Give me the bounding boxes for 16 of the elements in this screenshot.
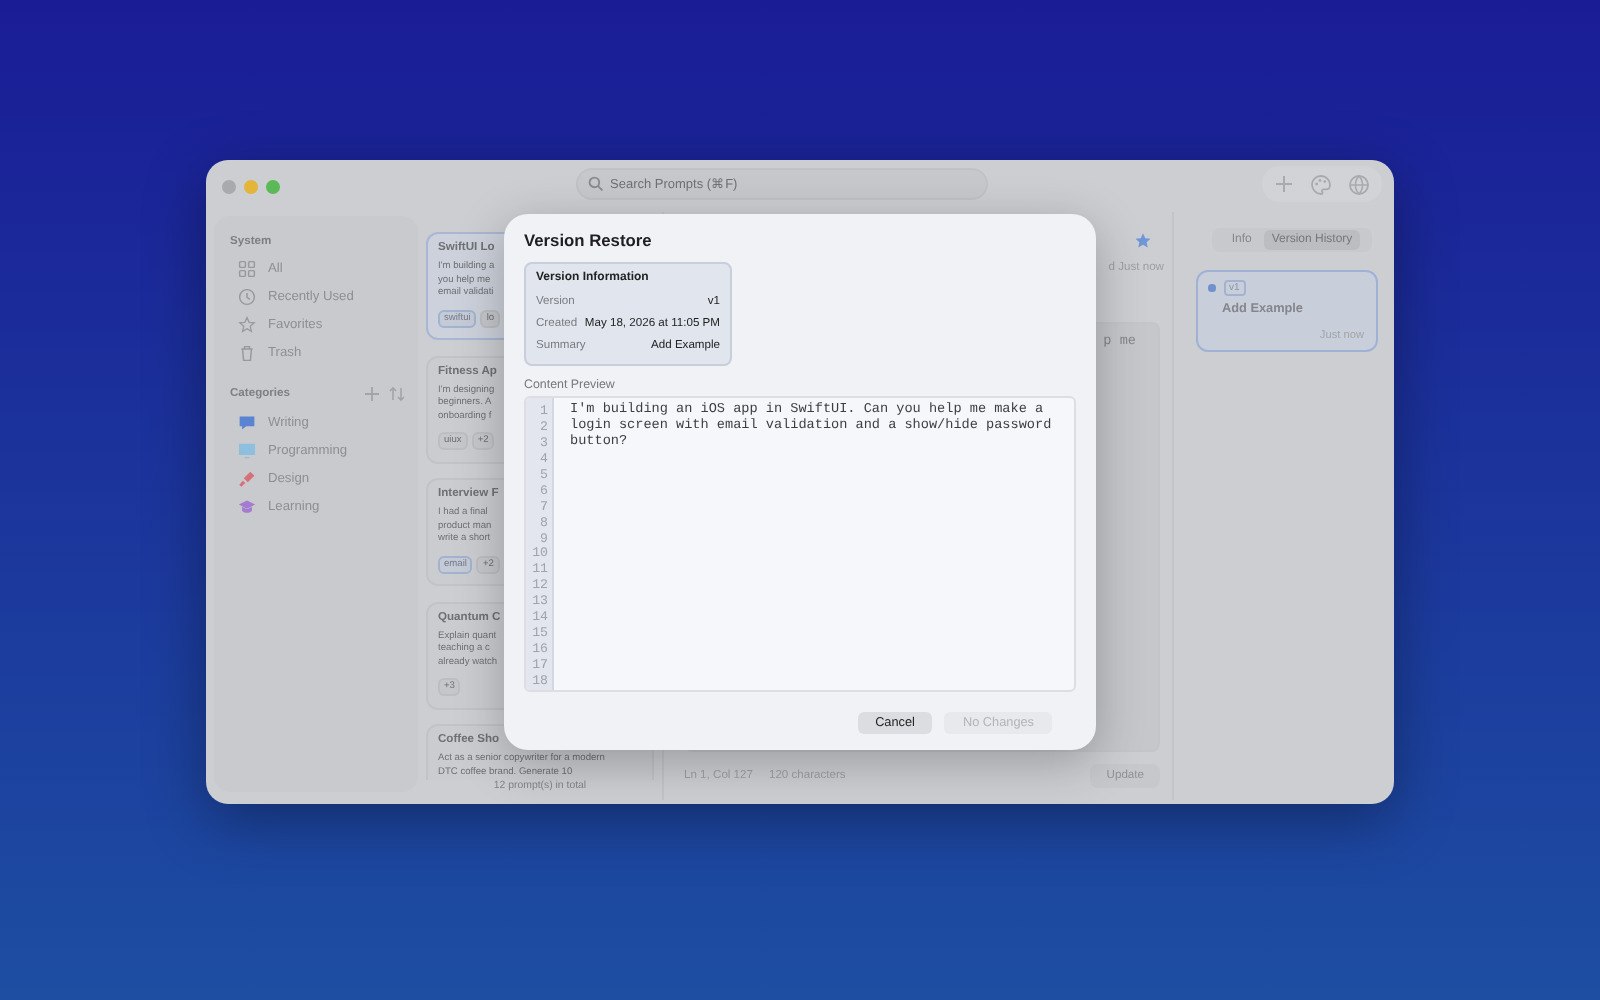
palette-icon[interactable] xyxy=(1310,173,1332,195)
search-icon xyxy=(588,176,604,192)
close-button[interactable] xyxy=(222,179,236,193)
all-icon xyxy=(238,259,256,277)
recent-icon xyxy=(238,287,256,305)
star-icon[interactable] xyxy=(1134,232,1152,250)
minimize-button[interactable] xyxy=(244,179,258,193)
globe-icon[interactable] xyxy=(1348,173,1370,195)
add-icon[interactable] xyxy=(1274,174,1294,194)
favorites-icon xyxy=(238,315,256,333)
zoom-button[interactable] xyxy=(266,179,280,193)
dialog-title: Version Restore xyxy=(524,230,654,250)
selection-dot-icon xyxy=(1208,284,1215,292)
sort-icon[interactable] xyxy=(388,386,406,402)
trash-icon xyxy=(238,343,256,361)
add-icon[interactable] xyxy=(364,386,380,402)
